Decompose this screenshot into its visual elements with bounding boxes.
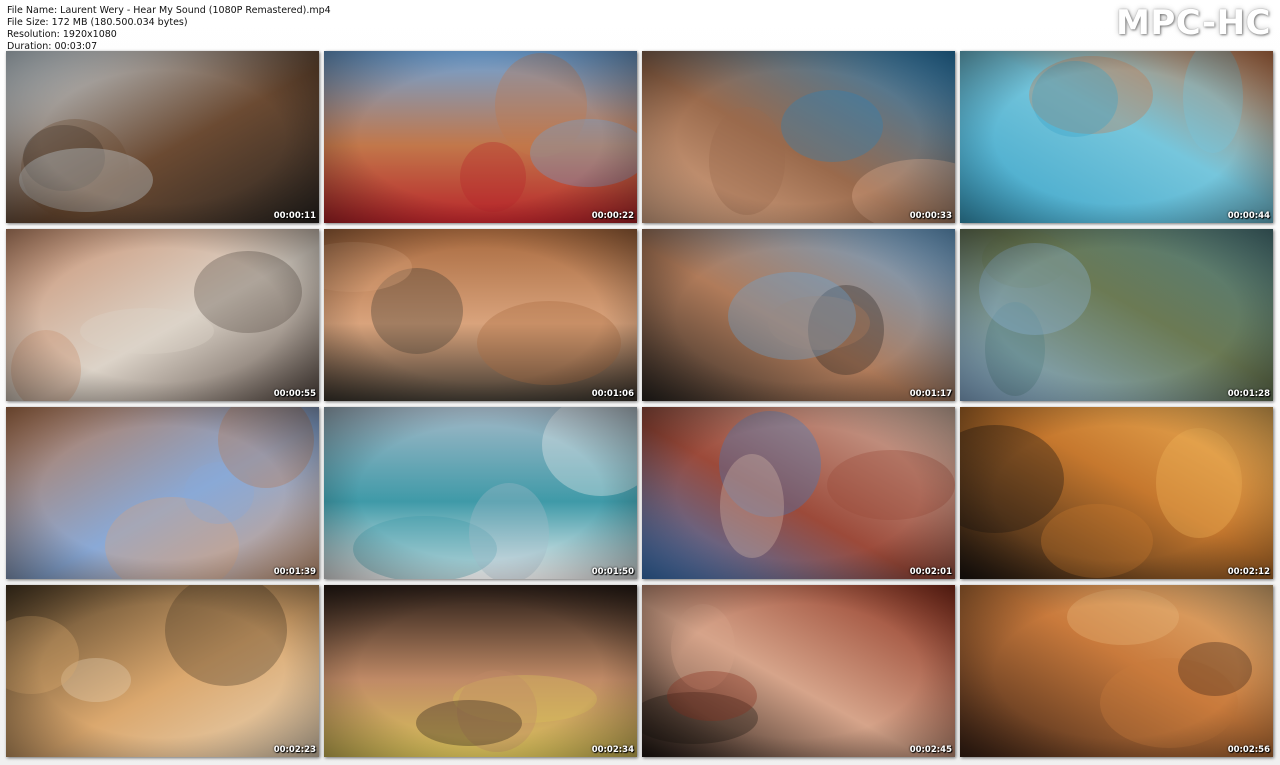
thumbnail-image xyxy=(6,229,319,401)
thumbnail-timestamp: 00:01:06 xyxy=(591,389,634,399)
thumbnail-image xyxy=(642,229,955,401)
mpc-hc-logo: MPC-HC xyxy=(1115,3,1271,43)
thumbnail-woman-at-window-curtains: 00:02:23 xyxy=(6,585,319,757)
thumbnail-woman-in-pool-closeup: 00:00:33 xyxy=(642,51,955,223)
thumbnail-timestamp: 00:02:12 xyxy=(1227,567,1270,577)
thumbnail-image xyxy=(960,407,1273,579)
thumbnail-timestamp: 00:00:33 xyxy=(909,211,952,221)
thumbnail-image xyxy=(324,585,637,757)
thumbnail-timestamp: 00:02:56 xyxy=(1227,745,1270,755)
thumbnail-woman-dancing-in-club: 00:02:56 xyxy=(960,585,1273,757)
thumbnail-timestamp: 00:01:28 xyxy=(1227,389,1270,399)
thumbnail-image xyxy=(960,229,1273,401)
thumbnail-club-dj-and-dancers: 00:02:45 xyxy=(642,585,955,757)
thumbnail-timestamp: 00:02:34 xyxy=(591,745,634,755)
thumbnail-two-women-in-convertible-car: 00:00:11 xyxy=(6,51,319,223)
thumbnail-image xyxy=(324,229,637,401)
thumbnail-sailboats-at-sea: 00:01:50 xyxy=(324,407,637,579)
thumbnail-timestamp: 00:00:22 xyxy=(591,211,634,221)
thumbnail-timestamp: 00:02:01 xyxy=(909,567,952,577)
thumbnail-image xyxy=(960,51,1273,223)
thumbnail-coastal-town-castle-and-harbor: 00:01:28 xyxy=(960,229,1273,401)
thumbnail-timestamp: 00:01:50 xyxy=(591,567,634,577)
thumbnail-image xyxy=(6,51,319,223)
thumbnail-image xyxy=(960,585,1273,757)
thumbnail-hands-with-cocktail: 00:02:34 xyxy=(324,585,637,757)
thumbnail-image xyxy=(324,51,637,223)
thumbnail-beach-party-crowd: 00:02:01 xyxy=(642,407,955,579)
file-name-text: File Name: Laurent Wery - Hear My Sound … xyxy=(7,5,331,16)
thumbnail-bikini-closeup: 00:01:39 xyxy=(6,407,319,579)
thumbnail-image xyxy=(642,585,955,757)
file-size-text: File Size: 172 MB (180.500.034 bytes) xyxy=(7,17,188,28)
resolution-text: Resolution: 1920x1080 xyxy=(7,29,117,40)
thumbnail-timestamp: 00:02:45 xyxy=(909,745,952,755)
thumbnail-woman-with-headphones-record-store: 00:01:06 xyxy=(324,229,637,401)
thumbnail-timestamp: 00:00:44 xyxy=(1227,211,1270,221)
thumbnail-timestamp: 00:00:11 xyxy=(273,211,316,221)
thumbnail-pool-water-splash: 00:00:44 xyxy=(960,51,1273,223)
thumbnail-timestamp: 00:00:55 xyxy=(273,389,316,399)
thumbnail-image xyxy=(642,51,955,223)
thumbnail-two-women-in-bikinis-in-car: 00:01:17 xyxy=(642,229,955,401)
thumbnail-timestamp: 00:01:39 xyxy=(273,567,316,577)
file-info-panel: File Name: Laurent Wery - Hear My Sound … xyxy=(7,5,331,53)
thumbnail-image xyxy=(6,407,319,579)
thumbnail-image xyxy=(6,585,319,757)
thumbnail-image xyxy=(642,407,955,579)
thumbnail-women-in-record-store: 00:00:55 xyxy=(6,229,319,401)
thumbnail-timestamp: 00:01:17 xyxy=(909,389,952,399)
thumbnail-image xyxy=(324,407,637,579)
thumbnail-sunset-on-water: 00:02:12 xyxy=(960,407,1273,579)
thumbnail-women-in-car-arms-raised-blue-sky: 00:00:22 xyxy=(324,51,637,223)
thumbnail-grid: 00:00:11 00:00:22 00:00:33 00:00:44 00:00:55… xyxy=(6,51,1274,757)
thumbnail-timestamp: 00:02:23 xyxy=(273,745,316,755)
